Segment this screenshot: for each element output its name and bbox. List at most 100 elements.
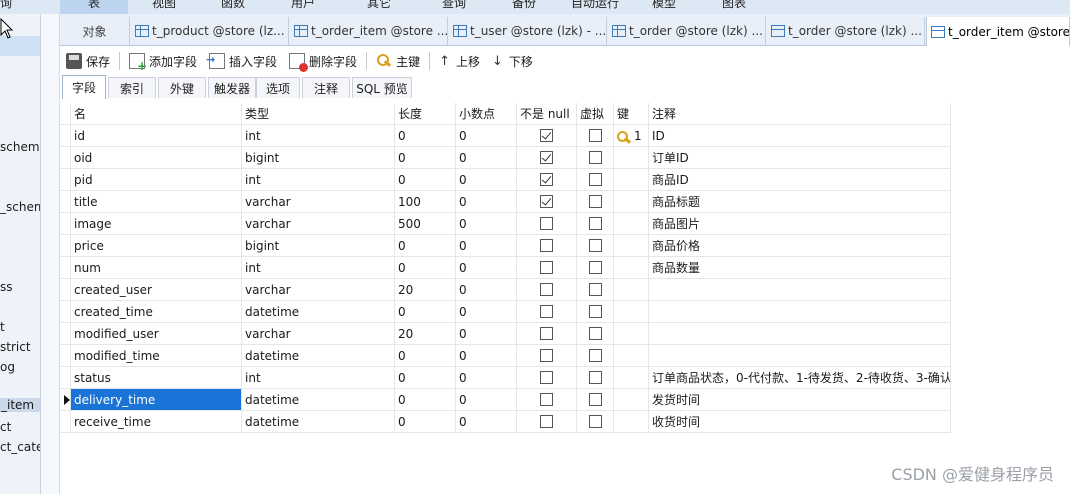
row-indicator[interactable]	[60, 147, 71, 169]
cell-not-null[interactable]	[517, 147, 577, 169]
cell-decimals[interactable]: 0	[456, 367, 517, 389]
nav-item-t[interactable]: t	[0, 320, 5, 334]
cell-length[interactable]: 0	[395, 147, 456, 169]
cell-type[interactable]: bigint	[242, 147, 395, 169]
cell-type[interactable]: int	[242, 125, 395, 147]
table-row[interactable]: title varchar 100 0 商品标题	[60, 191, 951, 213]
save-button[interactable]: 保存	[60, 49, 116, 73]
cell-decimals[interactable]: 0	[456, 125, 517, 147]
virtual-checkbox[interactable]	[588, 217, 602, 230]
tab-t-order-item-design[interactable]: t_order_item @store	[926, 17, 1070, 46]
not-null-checkbox[interactable]	[540, 239, 553, 252]
row-indicator[interactable]	[60, 301, 71, 323]
cell-type[interactable]: datetime	[242, 389, 395, 411]
virtual-checkbox[interactable]	[588, 393, 602, 406]
cell-virtual[interactable]	[577, 411, 614, 433]
table-row[interactable]: pid int 0 0 商品ID	[60, 169, 951, 191]
cell-comment[interactable]	[649, 279, 951, 301]
header-virtual[interactable]: 虚拟	[577, 103, 614, 125]
menu-table[interactable]: 表	[88, 0, 100, 11]
virtual-checkbox[interactable]	[588, 173, 602, 186]
cell-key[interactable]	[614, 279, 649, 301]
row-indicator[interactable]	[60, 191, 71, 213]
cell-name[interactable]: delivery_time	[71, 389, 242, 411]
row-indicator[interactable]	[60, 235, 71, 257]
move-up-button[interactable]: ↑ 上移	[433, 49, 486, 73]
subtab-fields[interactable]: 字段	[62, 75, 106, 99]
cell-name[interactable]: modified_time	[71, 345, 242, 367]
cell-not-null[interactable]	[517, 235, 577, 257]
cell-name[interactable]: modified_user	[71, 323, 242, 345]
cell-key[interactable]	[614, 367, 649, 389]
cell-not-null[interactable]	[517, 301, 577, 323]
cell-name[interactable]: image	[71, 213, 242, 235]
cell-name[interactable]: oid	[71, 147, 242, 169]
cell-comment[interactable]: 订单ID	[649, 147, 951, 169]
table-row[interactable]: modified_user varchar 20 0	[60, 323, 951, 345]
cell-not-null[interactable]	[517, 125, 577, 147]
move-down-button[interactable]: ↓ 下移	[486, 49, 539, 73]
cell-name[interactable]: pid	[71, 169, 242, 191]
not-null-checkbox[interactable]	[540, 129, 553, 142]
not-null-checkbox[interactable]	[540, 151, 553, 164]
cell-comment[interactable]: 订单商品状态，0-代付款、1-待发货、2-待收货、3-确认	[649, 367, 951, 389]
cell-length[interactable]: 0	[395, 367, 456, 389]
subtab-triggers[interactable]: 触发器	[208, 77, 256, 98]
cell-name[interactable]: created_time	[71, 301, 242, 323]
row-indicator[interactable]	[60, 411, 71, 433]
menu-other[interactable]: 其它	[367, 0, 391, 11]
cell-not-null[interactable]	[517, 169, 577, 191]
header-comment[interactable]: 注释	[649, 103, 951, 125]
cell-decimals[interactable]: 0	[456, 213, 517, 235]
table-row[interactable]: id int 0 0 1 ID	[60, 125, 951, 147]
cell-name[interactable]: num	[71, 257, 242, 279]
splitter[interactable]	[41, 14, 60, 494]
cell-name[interactable]: title	[71, 191, 242, 213]
cell-type[interactable]: int	[242, 367, 395, 389]
tab-t-order[interactable]: t_order @store (lzk) ...	[608, 17, 766, 45]
virtual-checkbox[interactable]	[588, 371, 602, 384]
row-indicator[interactable]	[60, 389, 71, 411]
cell-length[interactable]: 0	[395, 411, 456, 433]
subtab-options[interactable]: 选项	[256, 77, 300, 98]
cell-virtual[interactable]	[577, 367, 614, 389]
cell-comment[interactable]	[649, 323, 951, 345]
cell-comment[interactable]: 商品标题	[649, 191, 951, 213]
cell-decimals[interactable]: 0	[456, 323, 517, 345]
cell-type[interactable]: varchar	[242, 323, 395, 345]
virtual-checkbox[interactable]	[588, 327, 602, 340]
cell-length[interactable]: 20	[395, 279, 456, 301]
cell-not-null[interactable]	[517, 213, 577, 235]
cell-not-null[interactable]	[517, 367, 577, 389]
cell-type[interactable]: bigint	[242, 235, 395, 257]
cell-not-null[interactable]	[517, 323, 577, 345]
cell-virtual[interactable]	[577, 125, 614, 147]
cell-comment[interactable]: 商品ID	[649, 169, 951, 191]
table-row[interactable]: created_time datetime 0 0	[60, 301, 951, 323]
add-field-button[interactable]: 添加字段	[123, 49, 203, 73]
virtual-checkbox[interactable]	[588, 151, 602, 164]
cell-key[interactable]: 1	[614, 125, 649, 147]
cell-virtual[interactable]	[577, 191, 614, 213]
row-indicator[interactable]	[60, 125, 71, 147]
cell-length[interactable]: 500	[395, 213, 456, 235]
menu-user[interactable]: 用户	[291, 0, 315, 11]
cell-key[interactable]	[614, 323, 649, 345]
cell-decimals[interactable]: 0	[456, 257, 517, 279]
table-row[interactable]: receive_time datetime 0 0 收货时间	[60, 411, 951, 433]
cell-key[interactable]	[614, 169, 649, 191]
table-row[interactable]: delivery_time datetime 0 0 发货时间	[60, 389, 951, 411]
row-indicator[interactable]	[60, 257, 71, 279]
subtab-comment[interactable]: 注释	[302, 77, 350, 98]
virtual-checkbox[interactable]	[588, 415, 602, 428]
cell-type[interactable]: datetime	[242, 345, 395, 367]
virtual-checkbox[interactable]	[588, 195, 602, 208]
cell-virtual[interactable]	[577, 279, 614, 301]
cell-not-null[interactable]	[517, 411, 577, 433]
cell-name[interactable]: receive_time	[71, 411, 242, 433]
menu-model[interactable]: 模型	[652, 0, 676, 11]
cell-name[interactable]: price	[71, 235, 242, 257]
header-key[interactable]: 键	[614, 103, 649, 125]
cell-not-null[interactable]	[517, 191, 577, 213]
row-indicator[interactable]	[60, 169, 71, 191]
